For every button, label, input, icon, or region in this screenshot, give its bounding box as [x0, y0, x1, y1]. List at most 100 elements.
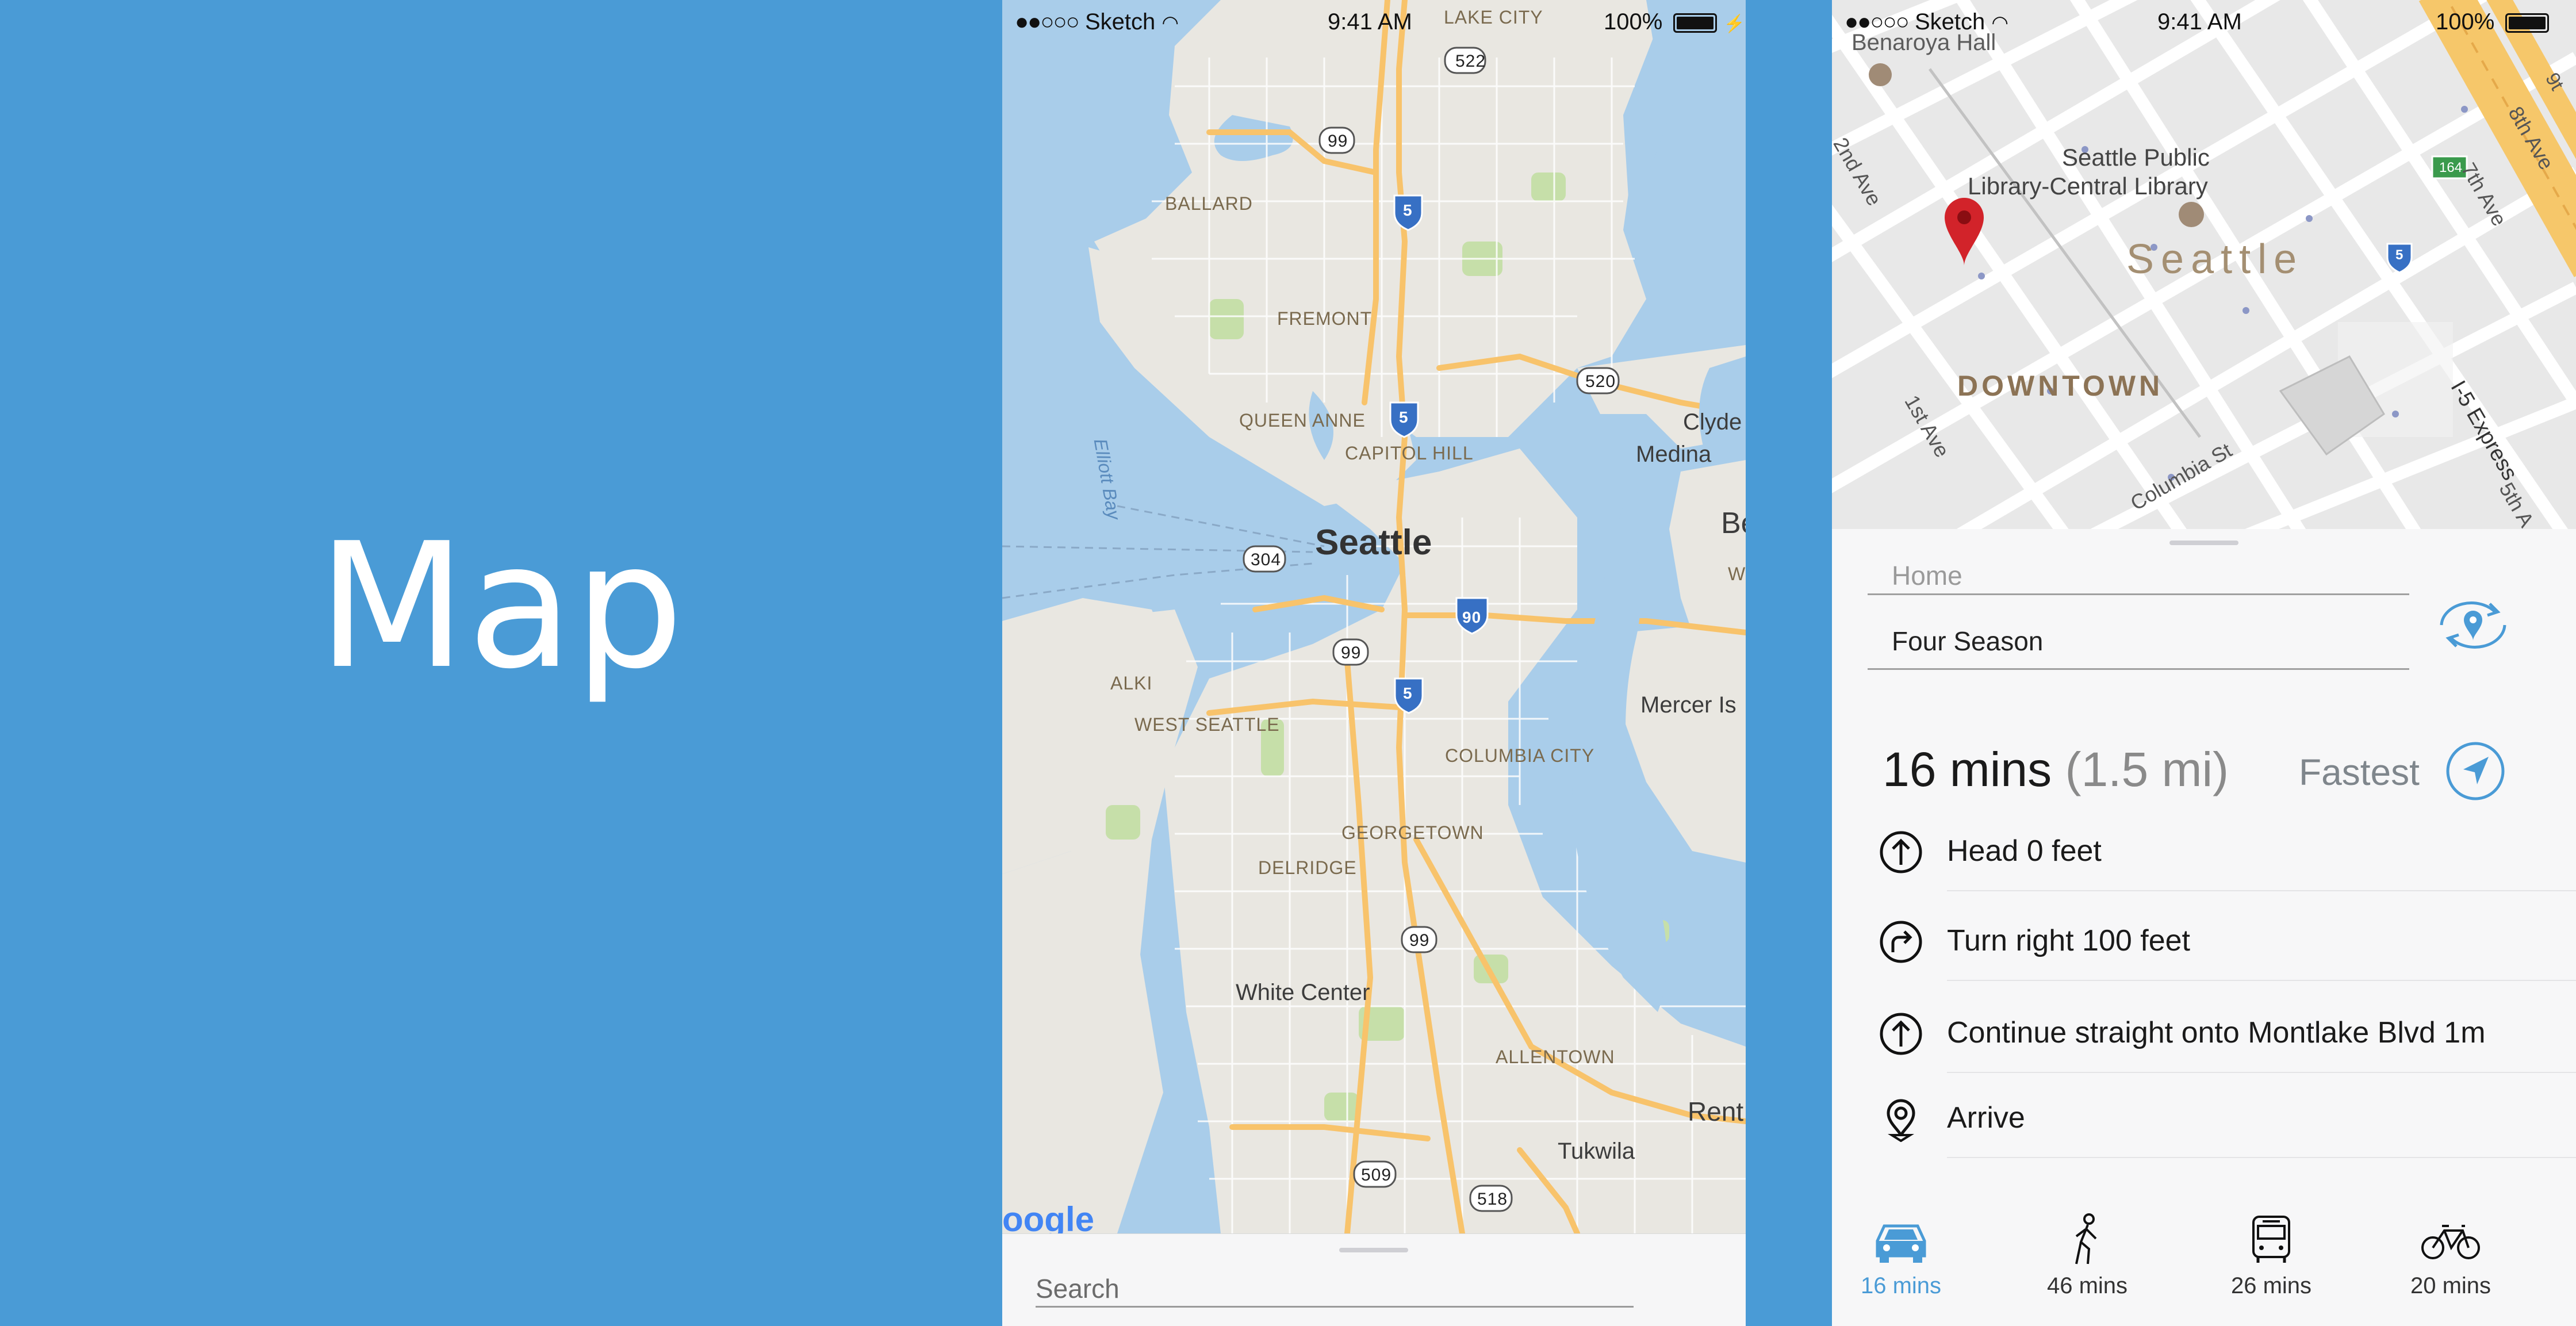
- direction-step[interactable]: Turn right 100 feet: [1832, 895, 2576, 981]
- map-label-capitol-hill: CAPITOL HILL: [1345, 443, 1474, 463]
- carrier-label: Sketch: [1084, 9, 1156, 35]
- route-summary: 16 mins (1.5 mi): [1883, 742, 2229, 798]
- map-label-ballard: BALLARD: [1165, 193, 1253, 214]
- map-label-library-line1: Seattle Public: [2062, 144, 2210, 171]
- map-label-georgetown: GEORGETOWN: [1341, 822, 1484, 843]
- arrow-up-circle-icon: [1880, 831, 1922, 873]
- status-battery-2: 100%: [2436, 9, 2550, 35]
- map-label-delridge: DELRIDGE: [1258, 857, 1357, 878]
- mode-bus-label: 26 mins: [2230, 1273, 2312, 1298]
- map-label-medina: Medina: [1636, 442, 1712, 467]
- direction-step-text: Arrive: [1947, 1101, 2025, 1135]
- map-label-columbia-city: COLUMBIA CITY: [1445, 745, 1595, 766]
- mode-car-button[interactable]: 16 mins: [1843, 1213, 1958, 1299]
- mode-walk-label: 46 mins: [2046, 1273, 2128, 1298]
- status-bar-2: ●●○○○ Sketch ◠ 9:41 AM 100%: [1832, 0, 2576, 46]
- mode-bus-button[interactable]: 26 mins: [2214, 1213, 2329, 1299]
- mode-walk-button[interactable]: 46 mins: [2030, 1213, 2145, 1299]
- shield-164: 164: [2439, 160, 2463, 175]
- shield-i5-2: 5: [1399, 408, 1409, 426]
- phone-map-overview: LAKE CITY 522 99 5 BALLARD FREMONT 520 5…: [1002, 0, 1746, 1326]
- map-label-ws: Ws: [1728, 564, 1746, 584]
- charging-icon: ⚡: [1723, 14, 1745, 33]
- to-field[interactable]: Four Season: [1892, 626, 2043, 657]
- wifi-icon: ◠: [1162, 12, 1179, 34]
- shield-99-3: 99: [1409, 931, 1430, 950]
- location-pin-icon: [1887, 1099, 1915, 1142]
- status-bar: ●●○○○ Sketch ◠ 9:41 AM 100% ⚡: [1002, 0, 1746, 46]
- map-label-white-center: White Center: [1236, 980, 1370, 1005]
- map-label-seattle: Seattle: [1315, 523, 1432, 562]
- status-carrier-2: ●●○○○ Sketch ◠: [1845, 9, 2008, 35]
- status-time-2: 9:41 AM: [2157, 9, 2242, 35]
- shield-518: 518: [1477, 1190, 1508, 1209]
- bike-icon: [2421, 1225, 2480, 1259]
- to-field-underline: [1868, 668, 2409, 670]
- signal-dots-icon: ●●○○○: [1015, 9, 1080, 35]
- route-duration: 16 mins: [1883, 742, 2052, 796]
- map-label-allentown: ALLENTOWN: [1496, 1047, 1615, 1067]
- mode-car-label: 16 mins: [1860, 1273, 1942, 1298]
- direction-step-text: Turn right 100 feet: [1947, 924, 2190, 957]
- map-label-clyde: Clyde: [1683, 409, 1742, 435]
- divider-panel: [1746, 0, 1832, 1326]
- phone-directions: Benaroya Hall Seattle Public Library-Cen…: [1832, 0, 2576, 1326]
- page-title: Map: [317, 506, 685, 707]
- swap-route-button[interactable]: [2430, 593, 2516, 657]
- route-type-label: Fastest: [2299, 752, 2420, 793]
- shield-99-2: 99: [1341, 643, 1362, 662]
- bus-icon: [2252, 1216, 2290, 1263]
- status-time: 9:41 AM: [1328, 9, 1412, 35]
- sheet-grabber-2[interactable]: [2169, 541, 2238, 545]
- shield-i90: 90: [1462, 608, 1482, 626]
- navigation-arrow-icon: [2446, 742, 2505, 800]
- turn-right-circle-icon: [1880, 921, 1922, 963]
- shield-509: 509: [1361, 1166, 1392, 1185]
- mode-bike-label: 20 mins: [2410, 1273, 2491, 1298]
- battery-percent: 100%: [2436, 9, 2495, 35]
- title-panel: Map: [0, 0, 1002, 1326]
- signal-dots-icon: ●●○○○: [1845, 9, 1910, 35]
- overview-map[interactable]: [1002, 0, 1746, 1233]
- direction-step-text: Continue straight onto Montlake Blvd 1m: [1947, 1016, 2486, 1049]
- battery-icon: [1673, 13, 1718, 33]
- shield-i5-detail: 5: [2395, 247, 2404, 263]
- status-carrier: ●●○○○ Sketch ◠: [1015, 9, 1179, 35]
- status-battery: 100% ⚡: [1604, 9, 1745, 35]
- search-sheet: [1002, 1233, 1746, 1326]
- search-input[interactable]: [1036, 1271, 1634, 1308]
- start-navigation-button[interactable]: [2444, 739, 2507, 803]
- shield-99: 99: [1328, 132, 1348, 151]
- direction-step[interactable]: Continue straight onto Montlake Blvd 1m: [1832, 987, 2576, 1073]
- map-label-renton: Rent: [1688, 1097, 1744, 1126]
- battery-percent: 100%: [1604, 9, 1663, 35]
- shield-i5: 5: [1403, 201, 1413, 219]
- shield-520: 520: [1585, 372, 1616, 391]
- wifi-icon: ◠: [1991, 12, 2009, 34]
- direction-step[interactable]: Head 0 feet: [1832, 805, 2576, 891]
- from-field[interactable]: Home: [1892, 560, 1962, 591]
- shield-i5-3: 5: [1403, 684, 1413, 702]
- step-divider: [1947, 980, 2576, 981]
- map-label-seattle-detail: Seattle: [2126, 236, 2304, 282]
- map-label-alki: ALKI: [1110, 673, 1153, 693]
- battery-icon: [2505, 13, 2550, 33]
- sheet-grabber[interactable]: [1339, 1248, 1408, 1252]
- direction-step-text: Head 0 feet: [1947, 834, 2102, 868]
- map-label-west-seattle: WEST SEATTLE: [1134, 714, 1280, 735]
- route-distance: (1.5 mi): [2065, 742, 2229, 796]
- map-label-mercer-island: Mercer Is: [1640, 692, 1736, 718]
- mode-bike-button[interactable]: 20 mins: [2393, 1213, 2508, 1299]
- arrow-up-circle-icon: [1880, 1013, 1922, 1055]
- step-divider: [1947, 1157, 2576, 1158]
- direction-step[interactable]: Arrive: [1832, 1072, 2576, 1158]
- walk-icon: [2075, 1213, 2097, 1264]
- shield-304: 304: [1251, 550, 1282, 569]
- shield-522: 522: [1455, 52, 1486, 71]
- map-label-fremont: FREMONT: [1277, 308, 1373, 329]
- carrier-label: Sketch: [1914, 9, 1985, 35]
- from-field-underline: [1868, 593, 2409, 595]
- map-label-bellevue: Be: [1721, 507, 1746, 540]
- map-label-library-line2: Library-Central Library: [1968, 173, 2208, 200]
- car-icon: [1876, 1224, 1926, 1263]
